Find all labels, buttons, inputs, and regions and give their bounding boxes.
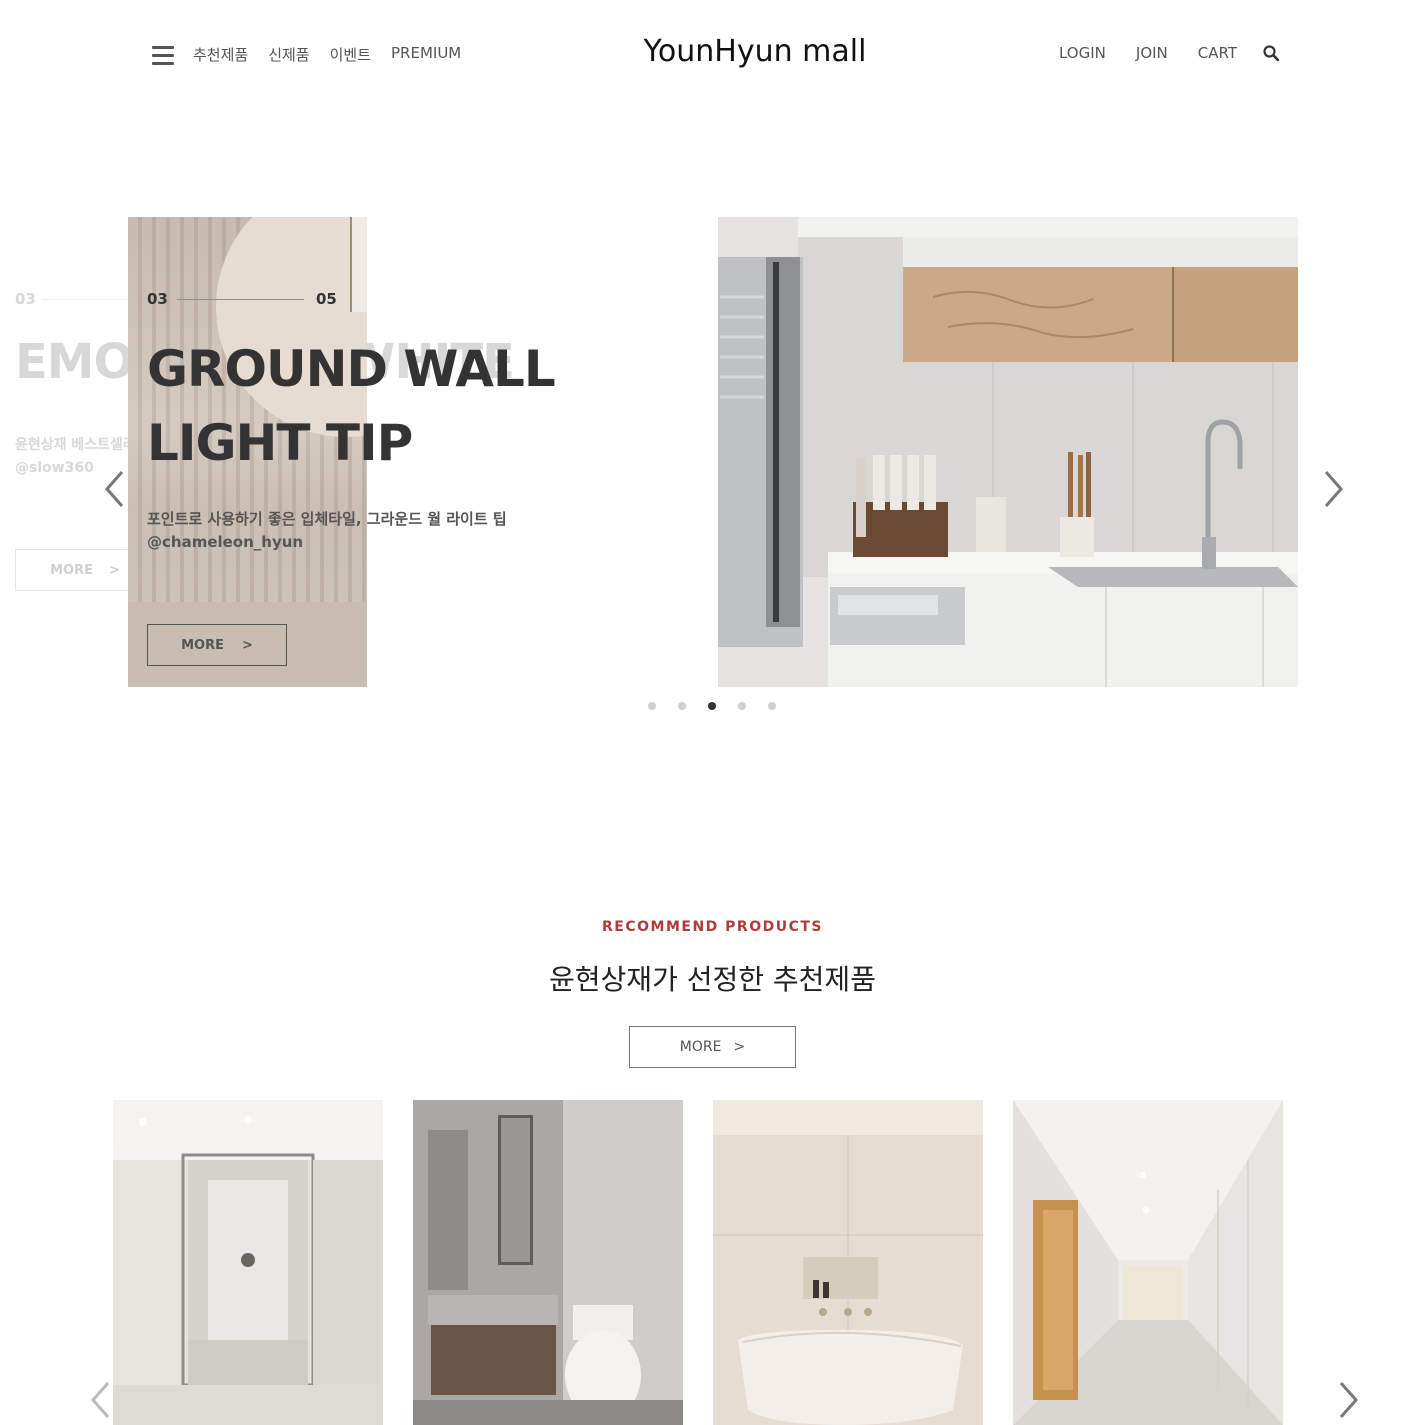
slide-progress-line (177, 299, 304, 300)
ghost-more-label: MORE (50, 562, 93, 578)
recommend-more-button[interactable]: MORE > (629, 1026, 796, 1068)
pagination-dot[interactable] (738, 702, 746, 710)
product-card-image[interactable] (413, 1100, 683, 1425)
slide-title-line2: LIGHT TIP (147, 414, 413, 472)
nav-item-premium[interactable]: PREMIUM (391, 44, 461, 65)
slide-main-image (718, 217, 1298, 687)
search-icon[interactable] (1263, 45, 1279, 61)
login-link[interactable]: LOGIN (1059, 44, 1106, 62)
recommend-more-label: MORE (679, 1039, 722, 1055)
hamburger-icon[interactable] (152, 46, 174, 66)
ghost-slide-desc-line1: 윤현상재 베스트셀러 (15, 437, 136, 453)
slide-current-number: 03 (147, 290, 168, 308)
slide-more-arrow: > (241, 637, 253, 653)
nav-item-events[interactable]: 이벤트 (330, 44, 371, 65)
products-prev-arrow-icon[interactable] (90, 1381, 110, 1419)
slide-desc-line1: 포인트로 사용하기 좋은 입체타일, 그라운드 월 라이트 팁 (147, 510, 507, 528)
slider-prev-arrow-icon[interactable] (104, 470, 124, 508)
pagination-dot[interactable] (768, 702, 776, 710)
product-card-image[interactable] (113, 1100, 383, 1425)
recommend-more-arrow: > (733, 1039, 746, 1055)
pagination-dot[interactable] (648, 702, 656, 710)
slide-title-line1: GROUND WALL (147, 340, 556, 398)
nav-item-recommended[interactable]: 추천제품 (193, 44, 248, 65)
product-card-image[interactable] (713, 1100, 983, 1425)
nav-item-new-products[interactable]: 신제품 (268, 44, 309, 65)
ghost-slide-number: 03 (15, 290, 36, 308)
ghost-more-arrow: > (108, 562, 120, 578)
slide-more-button[interactable]: MORE > (147, 624, 287, 666)
main-nav: 추천제품 신제품 이벤트 PREMIUM (193, 44, 461, 65)
product-card-image[interactable] (1013, 1100, 1283, 1425)
user-nav: LOGIN JOIN CART (1059, 44, 1279, 62)
slide-desc-line2: @chameleon_hyun (147, 533, 304, 551)
recommend-title: 윤현상재가 선정한 추천제품 (549, 963, 876, 996)
slider-pagination (648, 702, 776, 710)
slide-title: GROUND WALL LIGHT TIP (147, 332, 556, 480)
slide-total-number: 05 (316, 290, 337, 308)
slide-description: 포인트로 사용하기 좋은 입체타일, 그라운드 월 라이트 팁 @chamele… (147, 508, 507, 554)
products-next-arrow-icon[interactable] (1339, 1381, 1359, 1419)
slider-next-arrow-icon[interactable] (1324, 470, 1344, 508)
pagination-dot-active[interactable] (708, 702, 716, 710)
recommend-eyebrow: RECOMMEND PRODUCTS (602, 919, 823, 935)
slide-more-label: MORE (181, 637, 224, 653)
pagination-dot[interactable] (678, 702, 686, 710)
join-link[interactable]: JOIN (1136, 44, 1168, 62)
site-logo[interactable]: YounHyun mall (560, 34, 950, 69)
cart-link[interactable]: CART (1198, 44, 1237, 62)
